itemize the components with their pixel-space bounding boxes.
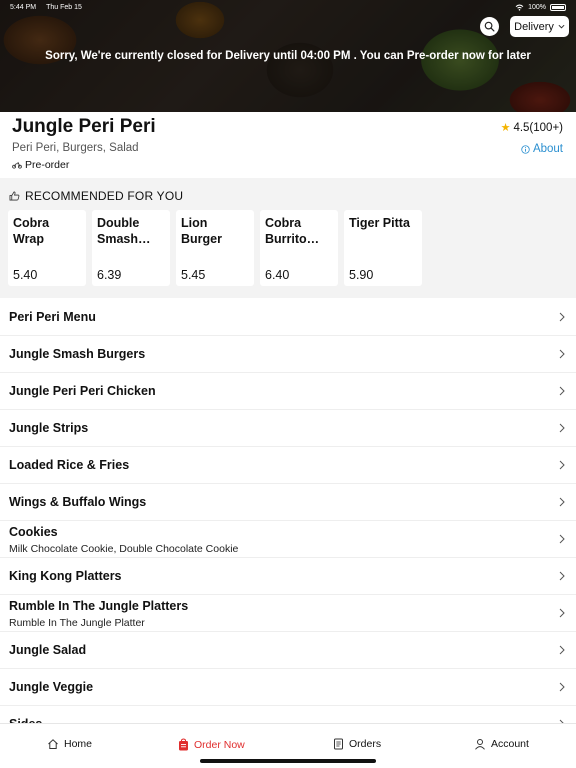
status-date: Thu Feb 15 <box>46 3 82 11</box>
menu-category-row[interactable]: Cookies Milk Chocolate Cookie, Double Cho… <box>0 521 576 558</box>
nav-orders-label: Orders <box>349 738 382 750</box>
recommended-item-price: 5.40 <box>13 268 38 282</box>
battery-icon <box>550 3 566 11</box>
chevron-right-icon <box>559 497 565 507</box>
recommended-item-name: Cobra Wrap <box>13 216 50 246</box>
delivery-mode-label: Delivery <box>514 20 554 33</box>
about-label: About <box>532 143 563 155</box>
recommended-card[interactable]: Double Smash Burger 6.39 <box>92 210 170 286</box>
menu-category-title: Peri Peri Menu <box>9 310 96 324</box>
receipt-icon <box>334 738 343 750</box>
menu-category-row[interactable]: Jungle Veggie <box>0 669 576 706</box>
recommended-item-price: 6.39 <box>97 268 122 282</box>
menu-category-title: Jungle Salad <box>9 643 87 657</box>
menu-category-row[interactable]: Rumble In The Jungle Platters Rumble In T… <box>0 595 576 632</box>
order-bag-icon <box>179 738 188 751</box>
recommended-card[interactable]: Tiger Pitta 5.90 <box>344 210 422 286</box>
scooter-icon <box>12 161 22 169</box>
wifi-icon <box>515 4 524 11</box>
recommended-item-price: 5.90 <box>349 268 374 282</box>
menu-category-row[interactable]: King Kong Platters <box>0 558 576 595</box>
search-button[interactable] <box>480 17 499 36</box>
info-icon <box>521 144 530 154</box>
recommended-item-price: 5.45 <box>181 268 206 282</box>
menu-category-row[interactable]: Jungle Smash Burgers <box>0 336 576 373</box>
recommended-item-name: Cobra Burrito Bowl <box>265 216 307 246</box>
menu-category-description: Milk Chocolate Cookie, Double Chocolate … <box>9 543 239 555</box>
rating-value: 4.5(100+) <box>513 121 563 134</box>
chevron-right-icon <box>559 460 565 470</box>
menu-category-row[interactable]: Jungle Peri Peri Chicken <box>0 373 576 410</box>
nav-order-now[interactable]: Order Now <box>178 738 245 751</box>
restaurant-banner: Sorry, We're currently closed for Delive… <box>0 0 576 112</box>
recommended-card[interactable]: Cobra Wrap 5.40 <box>8 210 86 286</box>
menu-category-title: Jungle Smash Burgers <box>9 347 146 361</box>
home-icon <box>48 739 58 749</box>
chevron-down-icon <box>558 24 565 29</box>
menu-category-description: Rumble In The Jungle Platter <box>9 617 145 629</box>
restaurant-cuisines: Peri Peri, Burgers, Salad <box>12 142 139 154</box>
menu-category-row[interactable]: Loaded Rice & Fries <box>0 447 576 484</box>
recommended-header: RECOMMENDED FOR YOU <box>9 189 183 203</box>
closed-notice: Sorry, We're currently closed for Delive… <box>45 50 531 62</box>
menu-category-title: Rumble In The Jungle Platters <box>9 599 189 613</box>
menu-category-title: Jungle Peri Peri Chicken <box>9 384 156 398</box>
menu-category-list: Peri Peri Menu Jungle Smash Burgers Jungle… <box>0 299 576 743</box>
nav-home-label: Home <box>64 738 93 750</box>
restaurant-info: Jungle Peri Peri Peri Peri, Burgers, Sal… <box>0 112 576 178</box>
recommended-list: Cobra Wrap 5.40 Double Smash Burger 6.39… <box>8 210 422 286</box>
search-icon <box>484 21 495 32</box>
nav-home[interactable]: Home <box>47 738 92 750</box>
menu-category-title: Wings & Buffalo Wings <box>9 495 147 509</box>
recommended-item-price: 6.40 <box>265 268 290 282</box>
thumbs-up-icon <box>9 191 20 201</box>
about-link[interactable]: About <box>521 143 563 155</box>
chevron-right-icon <box>559 645 565 655</box>
preorder-label: Pre-order <box>25 159 70 171</box>
recommended-item-name: Tiger Pitta <box>349 216 410 230</box>
chevron-right-icon <box>559 349 565 359</box>
menu-category-title: Cookies <box>9 525 58 539</box>
recommended-item-name: Lion Burger <box>181 216 222 246</box>
menu-category-row[interactable]: Wings & Buffalo Wings <box>0 484 576 521</box>
restaurant-rating: ★ 4.5(100+) <box>500 121 563 135</box>
recommended-section: RECOMMENDED FOR YOU Cobra Wrap 5.40 Doub… <box>0 178 576 298</box>
status-time: 5:44 PM <box>10 3 37 11</box>
chevron-right-icon <box>559 423 565 433</box>
menu-category-title: Jungle Veggie <box>9 680 94 694</box>
menu-category-title: Loaded Rice & Fries <box>9 458 130 472</box>
chevron-right-icon <box>559 682 565 692</box>
nav-account-label: Account <box>491 738 529 750</box>
chevron-right-icon <box>559 608 565 618</box>
nav-orders[interactable]: Orders <box>333 738 381 750</box>
delivery-mode-select[interactable]: Delivery <box>510 16 569 37</box>
restaurant-name: Jungle Peri Peri <box>12 116 156 137</box>
nav-account[interactable]: Account <box>474 738 529 750</box>
battery-percent: 100% <box>528 3 546 11</box>
menu-category-row[interactable]: Jungle Strips <box>0 410 576 447</box>
preorder-badge: Pre-order <box>12 159 69 171</box>
menu-category-row[interactable]: Jungle Salad <box>0 632 576 669</box>
app-screen: Sorry, We're currently closed for Delive… <box>0 0 576 768</box>
recommended-card[interactable]: Lion Burger 5.45 <box>176 210 254 286</box>
status-bar: 5:44 PM Thu Feb 15 100% <box>0 0 576 14</box>
nav-order-now-label: Order Now <box>194 738 245 751</box>
chevron-right-icon <box>559 312 565 322</box>
recommended-card[interactable]: Cobra Burrito Bowl 6.40 <box>260 210 338 286</box>
chevron-right-icon <box>559 534 565 544</box>
star-icon: ★ <box>500 122 511 134</box>
chevron-right-icon <box>559 571 565 581</box>
chevron-right-icon <box>559 386 565 396</box>
menu-category-title: Jungle Strips <box>9 421 89 435</box>
user-icon <box>475 739 485 750</box>
home-indicator <box>200 759 376 763</box>
recommended-title: RECOMMENDED FOR YOU <box>25 189 184 203</box>
menu-category-row[interactable]: Peri Peri Menu <box>0 299 576 336</box>
menu-category-title: King Kong Platters <box>9 569 122 583</box>
recommended-item-name: Double Smash Burger <box>97 216 140 246</box>
